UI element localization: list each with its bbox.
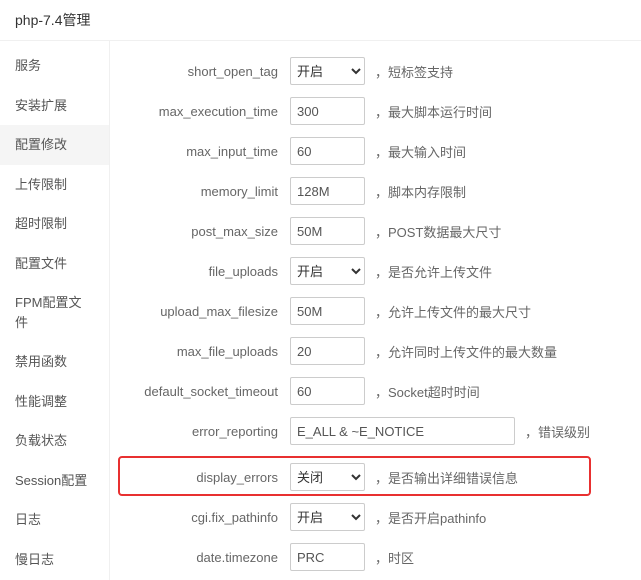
config-label: max_input_time [120, 144, 290, 159]
sidebar-item-6[interactable]: FPM配置文件 [0, 283, 109, 342]
sidebar-item-11[interactable]: 日志 [0, 500, 109, 540]
config-label: cgi.fix_pathinfo [120, 510, 290, 525]
config-label: max_file_uploads [120, 344, 290, 359]
config-desc: ，允许上传文件的最大尺寸 [365, 302, 531, 321]
config-input-memory-limit[interactable] [290, 177, 365, 205]
sidebar-item-4[interactable]: 超时限制 [0, 204, 109, 244]
sidebar: 服务安装扩展配置修改上传限制超时限制配置文件FPM配置文件禁用函数性能调整负载状… [0, 41, 110, 580]
config-row-cgi-fix-pathinfo: cgi.fix_pathinfo开启关闭，是否开启pathinfo [120, 502, 631, 532]
config-label: error_reporting [120, 424, 290, 439]
config-row-error-reporting: error_reporting ，错误级别 [120, 416, 631, 446]
sidebar-item-3[interactable]: 上传限制 [0, 165, 109, 205]
config-input-max-file-uploads[interactable] [290, 337, 365, 365]
config-row-upload-max-filesize: upload_max_filesize ，允许上传文件的最大尺寸 [120, 296, 631, 326]
config-label: file_uploads [120, 264, 290, 279]
config-desc: ，最大脚本运行时间 [365, 102, 492, 121]
config-select-file-uploads[interactable]: 开启关闭 [290, 257, 365, 285]
config-row-short-open-tag: short_open_tag开启关闭，短标签支持 [120, 56, 631, 86]
config-desc: ，最大输入时间 [365, 142, 466, 161]
config-select-display-errors[interactable]: 开启关闭 [290, 463, 365, 491]
config-select-cgi-fix-pathinfo[interactable]: 开启关闭 [290, 503, 365, 531]
config-input-post-max-size[interactable] [290, 217, 365, 245]
config-row-display-errors: display_errors开启关闭，是否输出详细错误信息 [120, 462, 589, 492]
sidebar-item-12[interactable]: 慢日志 [0, 540, 109, 580]
config-label: default_socket_timeout [120, 384, 290, 399]
config-label: post_max_size [120, 224, 290, 239]
config-select-short-open-tag[interactable]: 开启关闭 [290, 57, 365, 85]
sidebar-item-5[interactable]: 配置文件 [0, 244, 109, 284]
config-row-max-execution-time: max_execution_time ，最大脚本运行时间 [120, 96, 631, 126]
config-input-default-socket-timeout[interactable] [290, 377, 365, 405]
config-desc: ，错误级别 [515, 422, 590, 441]
sidebar-item-2[interactable]: 配置修改 [0, 125, 109, 165]
config-row-date-timezone: date.timezone ，时区 [120, 542, 631, 572]
sidebar-item-0[interactable]: 服务 [0, 46, 109, 86]
config-row-default-socket-timeout: default_socket_timeout ，Socket超时时间 [120, 376, 631, 406]
config-row-post-max-size: post_max_size ，POST数据最大尺寸 [120, 216, 631, 246]
config-desc: ，是否输出详细错误信息 [365, 468, 518, 487]
config-label: upload_max_filesize [120, 304, 290, 319]
config-row-max-file-uploads: max_file_uploads ，允许同时上传文件的最大数量 [120, 336, 631, 366]
sidebar-item-7[interactable]: 禁用函数 [0, 342, 109, 382]
config-desc: ，脚本内存限制 [365, 182, 466, 201]
modal-title: php-7.4管理 [0, 0, 641, 41]
config-row-file-uploads: file_uploads开启关闭，是否允许上传文件 [120, 256, 631, 286]
sidebar-item-9[interactable]: 负载状态 [0, 421, 109, 461]
config-label: max_execution_time [120, 104, 290, 119]
config-input-date-timezone[interactable] [290, 543, 365, 571]
config-desc: ，允许同时上传文件的最大数量 [365, 342, 557, 361]
sidebar-item-1[interactable]: 安装扩展 [0, 86, 109, 126]
sidebar-item-8[interactable]: 性能调整 [0, 382, 109, 422]
config-input-error-reporting[interactable] [290, 417, 515, 445]
config-label: memory_limit [120, 184, 290, 199]
config-row-max-input-time: max_input_time ，最大输入时间 [120, 136, 631, 166]
config-input-upload-max-filesize[interactable] [290, 297, 365, 325]
config-desc: ，是否允许上传文件 [365, 262, 492, 281]
config-desc: ，Socket超时时间 [365, 382, 480, 401]
config-row-memory-limit: memory_limit ，脚本内存限制 [120, 176, 631, 206]
config-desc: ，是否开启pathinfo [365, 508, 486, 527]
config-label: display_errors [120, 470, 290, 485]
config-input-max-input-time[interactable] [290, 137, 365, 165]
config-desc: ，时区 [365, 548, 414, 567]
config-label: date.timezone [120, 550, 290, 565]
config-desc: ，短标签支持 [365, 62, 453, 81]
sidebar-item-10[interactable]: Session配置 [0, 461, 109, 501]
config-input-max-execution-time[interactable] [290, 97, 365, 125]
highlighted-row: display_errors开启关闭，是否输出详细错误信息 [118, 456, 591, 496]
config-label: short_open_tag [120, 64, 290, 79]
config-desc: ，POST数据最大尺寸 [365, 222, 501, 241]
